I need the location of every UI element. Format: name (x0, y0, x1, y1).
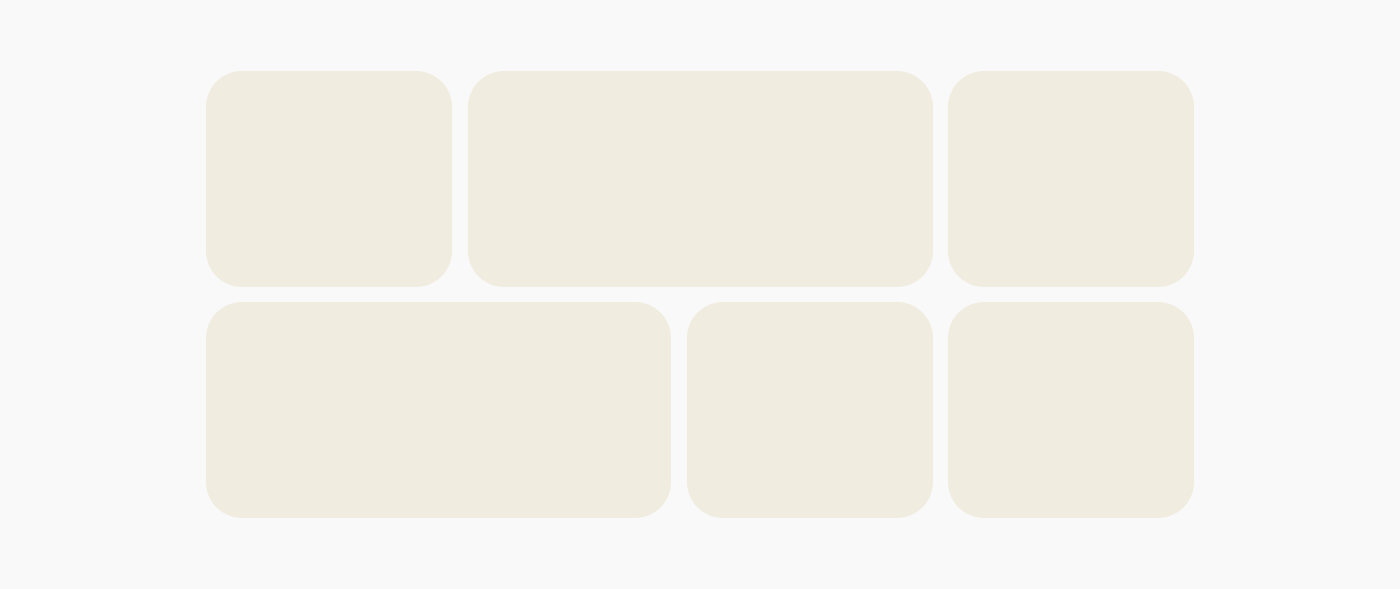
tile-bottom-center (687, 302, 933, 518)
tile-top-left (206, 71, 452, 287)
tile-bottom-left-wide (206, 302, 671, 518)
tile-top-right (948, 71, 1194, 287)
tile-top-center-wide (468, 71, 933, 287)
tile-bottom-right (948, 302, 1194, 518)
bento-tile-grid (206, 71, 1194, 518)
